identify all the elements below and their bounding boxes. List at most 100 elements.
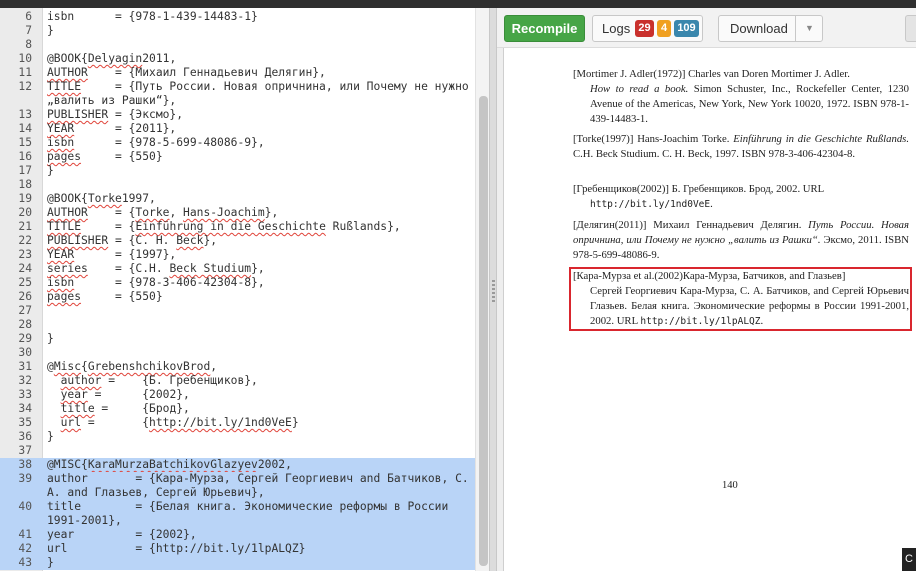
code-line[interactable]: 24 series = {C.H. Beck Studium}, bbox=[0, 262, 475, 276]
code-line[interactable]: 25 isbn = {978-3-406-42304-8}, bbox=[0, 276, 475, 290]
pane-splitter[interactable] bbox=[489, 8, 497, 571]
spellcheck-token: TITLE bbox=[47, 220, 82, 233]
code-line[interactable]: 37 bbox=[0, 444, 475, 458]
code-line[interactable]: 29} bbox=[0, 332, 475, 346]
code-line[interactable]: 26 pages = {550} bbox=[0, 290, 475, 304]
code-line[interactable]: 28 bbox=[0, 318, 475, 332]
logs-button[interactable]: Logs 29 4 109 bbox=[592, 15, 703, 42]
code-line[interactable]: 16 pages = {550} bbox=[0, 150, 475, 164]
code-token: = {978-5-699-48086-9}, bbox=[74, 136, 265, 149]
toolbar-overflow-button[interactable] bbox=[905, 15, 916, 42]
code-line[interactable]: 15 isbn = {978-5-699-48086-9}, bbox=[0, 136, 475, 150]
splitter-grip-icon[interactable] bbox=[492, 280, 495, 304]
code-line[interactable]: 20 AUTHOR = {Torke, Hans-Joachim}, bbox=[0, 206, 475, 220]
reference-text: Михаил Геннадьевич Делягин. bbox=[646, 219, 809, 231]
code-text[interactable]: YEAR = {1997}, bbox=[47, 248, 473, 262]
editor-scrollbar-thumb[interactable] bbox=[479, 96, 488, 566]
spellcheck-token: Torke bbox=[135, 206, 170, 219]
code-token: = {С. H. bbox=[108, 234, 177, 247]
line-number: 35 bbox=[18, 416, 32, 429]
line-number: 33 bbox=[18, 388, 32, 401]
code-line[interactable]: 23 YEAR = {1997}, bbox=[0, 248, 475, 262]
download-button[interactable]: Download ▼ bbox=[718, 15, 823, 42]
code-text[interactable]: @BOOK{Torke1997, bbox=[47, 192, 473, 206]
code-line[interactable]: 7} bbox=[0, 24, 475, 38]
code-line[interactable]: 22 PUBLISHER = {С. H. Beck}, bbox=[0, 234, 475, 248]
code-token: = {2011}, bbox=[74, 122, 177, 135]
code-text[interactable]: } bbox=[47, 430, 473, 444]
code-text[interactable]: @MISC{KaraMurzaBatchikovGlazyev2002, bbox=[47, 458, 473, 472]
code-line[interactable]: 17} bbox=[0, 164, 475, 178]
code-line[interactable]: 36} bbox=[0, 430, 475, 444]
code-line[interactable]: 13 PUBLISHER = {Эксмо}, bbox=[0, 108, 475, 122]
reference-text: Hans-Joachim Torke. bbox=[633, 133, 734, 145]
code-text[interactable]: series = {C.H. Beck Studium}, bbox=[47, 262, 473, 276]
code-line[interactable]: 38 @MISC{KaraMurzaBatchikovGlazyev2002, bbox=[0, 458, 475, 472]
code-token: @MISC{ bbox=[47, 458, 88, 471]
code-text[interactable]: isbn = {978-1-439-14483-1} bbox=[47, 10, 473, 24]
code-line[interactable]: 35 url = {http://bit.ly/1nd0VeE} bbox=[0, 416, 475, 430]
line-number: 14 bbox=[18, 122, 32, 135]
code-text[interactable]: title = {Белая книга. Экономические рефо… bbox=[47, 500, 473, 528]
code-text[interactable]: PUBLISHER = {С. H. Beck}, bbox=[47, 234, 473, 248]
code-text[interactable]: } bbox=[47, 332, 473, 346]
code-token: @BOOK{ bbox=[47, 192, 88, 205]
code-text[interactable]: YEAR = {2011}, bbox=[47, 122, 473, 136]
code-token: { bbox=[81, 360, 88, 373]
code-line[interactable]: 12 TITLE = {Путь России. Новая опричнина,… bbox=[0, 80, 475, 108]
page-number: 140 bbox=[722, 480, 738, 491]
code-line[interactable]: 30 bbox=[0, 346, 475, 360]
code-text[interactable]: TITLE = {Путь России. Новая опричнина, и… bbox=[47, 80, 473, 108]
code-line[interactable]: 43} bbox=[0, 556, 475, 570]
code-line[interactable]: 39 author = {Кара-Мурза, Сергей Георгиеви… bbox=[0, 472, 475, 500]
code-line[interactable]: 6 isbn = {978-1-439-14483-1} bbox=[0, 10, 475, 24]
code-line[interactable]: 10 @BOOK{Delyagin2011, bbox=[0, 52, 475, 66]
code-text[interactable]: } bbox=[47, 164, 473, 178]
code-editor[interactable]: 6 isbn = {978-1-439-14483-1} 7} 8 10 @BOOK{De… bbox=[0, 8, 489, 571]
editor-scrollbar[interactable] bbox=[475, 8, 489, 571]
code-line[interactable]: 11 AUTHOR = {Михаил Геннадьевич Делягин}, bbox=[0, 66, 475, 80]
code-line[interactable]: 34 title = {Брод}, bbox=[0, 402, 475, 416]
chevron-down-icon[interactable]: ▼ bbox=[795, 16, 823, 41]
code-text[interactable]: year = {2002}, bbox=[47, 528, 473, 542]
code-token: = { bbox=[87, 206, 136, 219]
code-text[interactable]: isbn = {978-5-699-48086-9}, bbox=[47, 136, 473, 150]
code-line[interactable]: 42 url = {http://bit.ly/1lpALQZ} bbox=[0, 542, 475, 556]
code-text[interactable]: AUTHOR = {Михаил Геннадьевич Делягин}, bbox=[47, 66, 473, 80]
reference-title: Einführung in die Geschichte Rußlands. bbox=[733, 133, 910, 145]
reference-url[interactable]: http://bit.ly/1nd0VeE bbox=[590, 199, 710, 210]
code-text[interactable]: pages = {550} bbox=[47, 150, 473, 164]
code-text[interactable]: year = {2002}, bbox=[47, 388, 473, 402]
recompile-button[interactable]: Recompile bbox=[504, 15, 585, 42]
code-text[interactable]: url = {http://bit.ly/1nd0VeE} bbox=[47, 416, 473, 430]
code-text[interactable]: PUBLISHER = {Эксмо}, bbox=[47, 108, 473, 122]
code-line[interactable]: 41 year = {2002}, bbox=[0, 528, 475, 542]
code-text[interactable]: pages = {550} bbox=[47, 290, 473, 304]
line-number: 21 bbox=[18, 220, 32, 233]
code-line[interactable]: 33 year = {2002}, bbox=[0, 388, 475, 402]
code-text[interactable]: @Misc{GrebenshchikovBrod, bbox=[47, 360, 473, 374]
code-text[interactable]: AUTHOR = {Torke, Hans-Joachim}, bbox=[47, 206, 473, 220]
code-line[interactable]: 19 @BOOK{Torke1997, bbox=[0, 192, 475, 206]
code-line[interactable]: 21 TITLE = {Einführung in die Geschichte … bbox=[0, 220, 475, 234]
code-text[interactable]: } bbox=[47, 24, 473, 38]
code-line[interactable]: 14 YEAR = {2011}, bbox=[0, 122, 475, 136]
spellcheck-token: KaraMurzaBatchikovGlazyev bbox=[87, 458, 258, 471]
code-line[interactable]: 27 bbox=[0, 304, 475, 318]
code-text[interactable]: title = {Брод}, bbox=[47, 402, 473, 416]
spellcheck-token: TITLE bbox=[47, 80, 82, 93]
code-line[interactable]: 40 title = {Белая книга. Экономические ре… bbox=[0, 500, 475, 528]
code-line[interactable]: 32 author = {Б. Гребенщиков}, bbox=[0, 374, 475, 388]
code-line[interactable]: 8 bbox=[0, 38, 475, 52]
code-text[interactable]: TITLE = {Einführung in die Geschichte Ru… bbox=[47, 220, 473, 234]
code-text[interactable]: url = {http://bit.ly/1lpALQZ} bbox=[47, 542, 473, 556]
code-text[interactable]: isbn = {978-3-406-42304-8}, bbox=[47, 276, 473, 290]
code-text[interactable]: author = {Б. Гребенщиков}, bbox=[47, 374, 473, 388]
code-text[interactable]: @BOOK{Delyagin2011, bbox=[47, 52, 473, 66]
code-text[interactable]: } bbox=[47, 556, 473, 570]
code-text[interactable]: author = {Кара-Мурза, Сергей Георгиевич … bbox=[47, 472, 473, 500]
code-line[interactable]: 31 @Misc{GrebenshchikovBrod, bbox=[0, 360, 475, 374]
code-line[interactable]: 18 bbox=[0, 178, 475, 192]
